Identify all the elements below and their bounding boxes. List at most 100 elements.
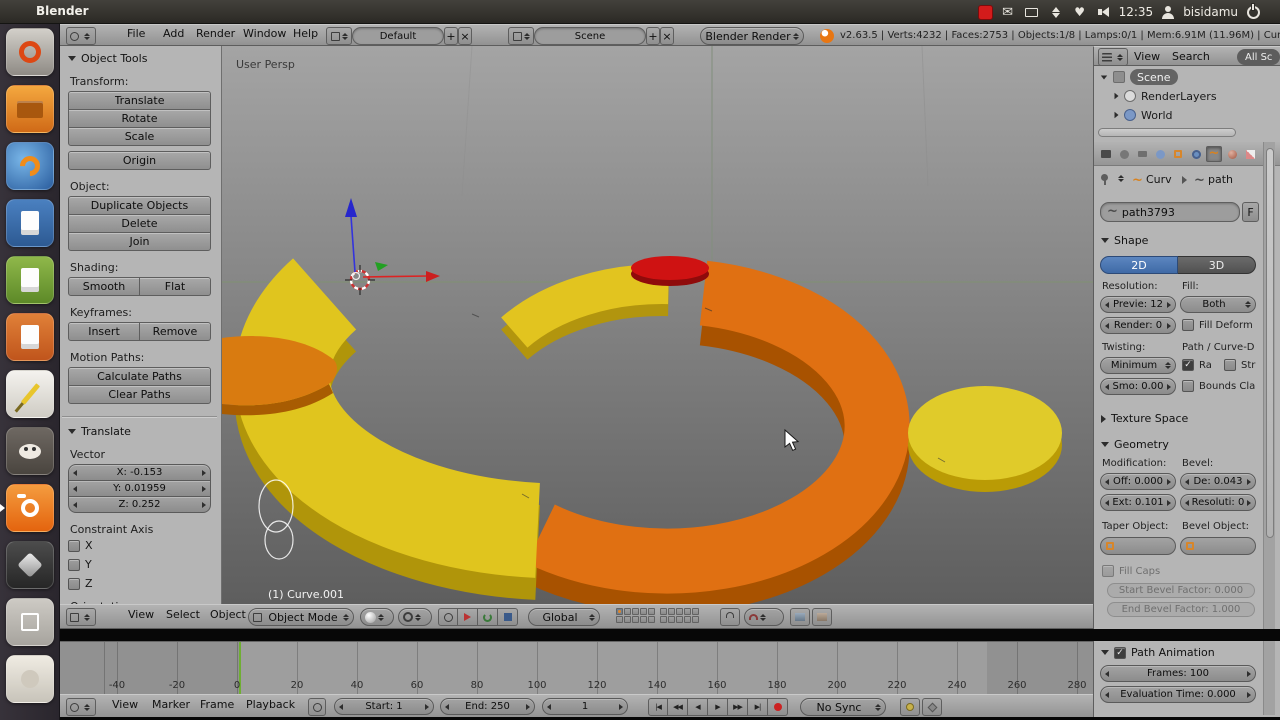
fake-user-button[interactable]: F: [1242, 202, 1259, 222]
record-button[interactable]: [768, 698, 788, 716]
mode-dropdown[interactable]: Object Mode: [248, 608, 354, 626]
clear-paths-button[interactable]: Clear Paths: [68, 385, 211, 404]
increase-arrow[interactable]: [425, 703, 429, 710]
outliner-item-scene[interactable]: Scene: [1100, 68, 1178, 86]
bevel-object-field[interactable]: [1180, 537, 1256, 555]
delete-button[interactable]: Delete: [68, 214, 211, 233]
increase-arrow[interactable]: [1167, 478, 1171, 485]
stretch-checkbox[interactable]: [1224, 359, 1236, 371]
viewport-canvas[interactable]: User Persp (1) Curve.001: [222, 45, 1093, 614]
preview-resolution-stepper[interactable]: Previe: 12: [1100, 296, 1176, 313]
insert-keyframe-button[interactable]: Insert: [68, 322, 140, 341]
screen-layout-browse-button[interactable]: [326, 27, 352, 45]
tab-texture[interactable]: [1242, 146, 1258, 162]
dock-item-libreoffice-calc[interactable]: [6, 256, 54, 304]
dock-item-software-center[interactable]: [6, 655, 54, 703]
layer-cell[interactable]: [692, 616, 699, 623]
render-opengl-anim-button[interactable]: [812, 608, 832, 626]
dock-item-libreoffice-writer[interactable]: [6, 199, 54, 247]
keying-set-button[interactable]: [900, 698, 920, 716]
datablock-name-field[interactable]: path3793: [1100, 202, 1240, 222]
menu-render[interactable]: Render: [196, 27, 235, 40]
tab-object-data[interactable]: [1206, 146, 1222, 162]
viewport-shading-dropdown[interactable]: [360, 608, 394, 626]
layer-cell[interactable]: [676, 608, 683, 615]
remove-keyframe-button[interactable]: Remove: [140, 322, 211, 341]
bevel-resolution-stepper[interactable]: Resoluti: 0: [1180, 494, 1256, 511]
jump-to-end-button[interactable]: [748, 698, 768, 716]
snap-dropdown[interactable]: [744, 608, 784, 626]
end-bevel-factor-field[interactable]: End Bevel Factor: 1.000: [1107, 602, 1255, 617]
extrude-stepper[interactable]: Ext: 0.101: [1100, 494, 1176, 511]
scale-button[interactable]: Scale: [68, 127, 211, 146]
add-layout-button[interactable]: +: [444, 27, 458, 45]
dock-item-libreoffice-impress[interactable]: [6, 313, 54, 361]
increase-arrow[interactable]: [202, 501, 206, 508]
bounds-clamp-checkbox[interactable]: [1182, 380, 1194, 392]
path-animation-panel-header[interactable]: Path Animation: [1101, 646, 1280, 659]
twist-mode-dropdown[interactable]: Minimum: [1100, 357, 1176, 374]
tab-world[interactable]: [1152, 146, 1168, 162]
vector-x-stepper[interactable]: X: -0.153: [68, 464, 211, 481]
scale-manipulator-button[interactable]: [498, 608, 518, 626]
tab-scene[interactable]: [1134, 146, 1150, 162]
outliner-item-renderlayers[interactable]: RenderLayers: [1114, 87, 1217, 105]
render-resolution-stepper[interactable]: Render: 0: [1100, 317, 1176, 334]
manipulator-toggle-button[interactable]: [438, 608, 458, 626]
smooth-button[interactable]: Smooth: [68, 277, 140, 296]
editor-type-selector[interactable]: [66, 608, 96, 626]
next-keyframe-button[interactable]: [728, 698, 748, 716]
constraint-y-checkbox[interactable]: [68, 558, 80, 571]
fill-deform-checkbox[interactable]: [1182, 319, 1194, 331]
menu-view[interactable]: View: [112, 698, 138, 711]
menu-window[interactable]: Window: [243, 27, 286, 40]
play-reverse-button[interactable]: [688, 698, 708, 716]
translate-panel-header[interactable]: Translate: [68, 425, 211, 438]
breadcrumb-object[interactable]: Curv: [1146, 173, 1172, 186]
layer-cell[interactable]: [648, 616, 655, 623]
clock[interactable]: 12:35: [1119, 5, 1154, 19]
radius-checkbox[interactable]: [1182, 359, 1194, 371]
layer-cell[interactable]: [668, 608, 675, 615]
constraint-z-checkbox[interactable]: [68, 577, 80, 590]
vector-y-stepper[interactable]: Y: 0.01959: [68, 480, 211, 497]
start-bevel-factor-field[interactable]: Start Bevel Factor: 0.000: [1107, 583, 1255, 598]
path-animation-checkbox[interactable]: [1114, 646, 1126, 659]
end-frame-stepper[interactable]: End: 250: [440, 698, 535, 715]
time-indicator-button[interactable]: [308, 698, 326, 716]
join-button[interactable]: Join: [68, 232, 211, 251]
scrollbar-thumb[interactable]: [1266, 148, 1274, 538]
increase-arrow[interactable]: [619, 703, 623, 710]
network-icon[interactable]: [1047, 3, 1065, 21]
dock-item-gimp[interactable]: [6, 427, 54, 475]
session-power-icon[interactable]: [1244, 3, 1262, 21]
layer-cell[interactable]: [632, 616, 639, 623]
dock-item-files[interactable]: [6, 85, 54, 133]
smooth-stepper[interactable]: Smo: 0.00: [1100, 378, 1176, 395]
offset-stepper[interactable]: Off: 0.000: [1100, 473, 1176, 490]
layer-cell[interactable]: [684, 608, 691, 615]
dock-item-libreoffice-draw[interactable]: [6, 370, 54, 418]
dock-item-blender[interactable]: [6, 484, 54, 532]
layer-cell[interactable]: [660, 608, 667, 615]
layer-cell[interactable]: [640, 608, 647, 615]
outliner-item-world[interactable]: World: [1114, 106, 1173, 124]
increase-arrow[interactable]: [1167, 322, 1171, 329]
fill-mode-dropdown[interactable]: Both: [1180, 296, 1256, 313]
layer-cell[interactable]: [648, 608, 655, 615]
outliner-display-mode-dropdown[interactable]: All Sc: [1237, 49, 1280, 65]
dimension-2d-button[interactable]: 2D: [1100, 256, 1178, 274]
duplicate-objects-button[interactable]: Duplicate Objects: [68, 196, 211, 215]
increase-arrow[interactable]: [202, 469, 206, 476]
taper-object-field[interactable]: [1100, 537, 1176, 555]
username[interactable]: bisidamu: [1183, 5, 1238, 19]
increase-arrow[interactable]: [1167, 383, 1171, 390]
scene-name-field[interactable]: Scene: [534, 27, 646, 45]
menu-select[interactable]: Select: [166, 608, 200, 621]
breadcrumb-data[interactable]: path: [1208, 173, 1233, 186]
layers-grid-right[interactable]: [660, 608, 699, 623]
layer-cell[interactable]: [668, 616, 675, 623]
sync-mode-dropdown[interactable]: No Sync: [800, 698, 886, 716]
messages-icon[interactable]: [999, 3, 1017, 21]
dimension-3d-button[interactable]: 3D: [1178, 256, 1256, 274]
